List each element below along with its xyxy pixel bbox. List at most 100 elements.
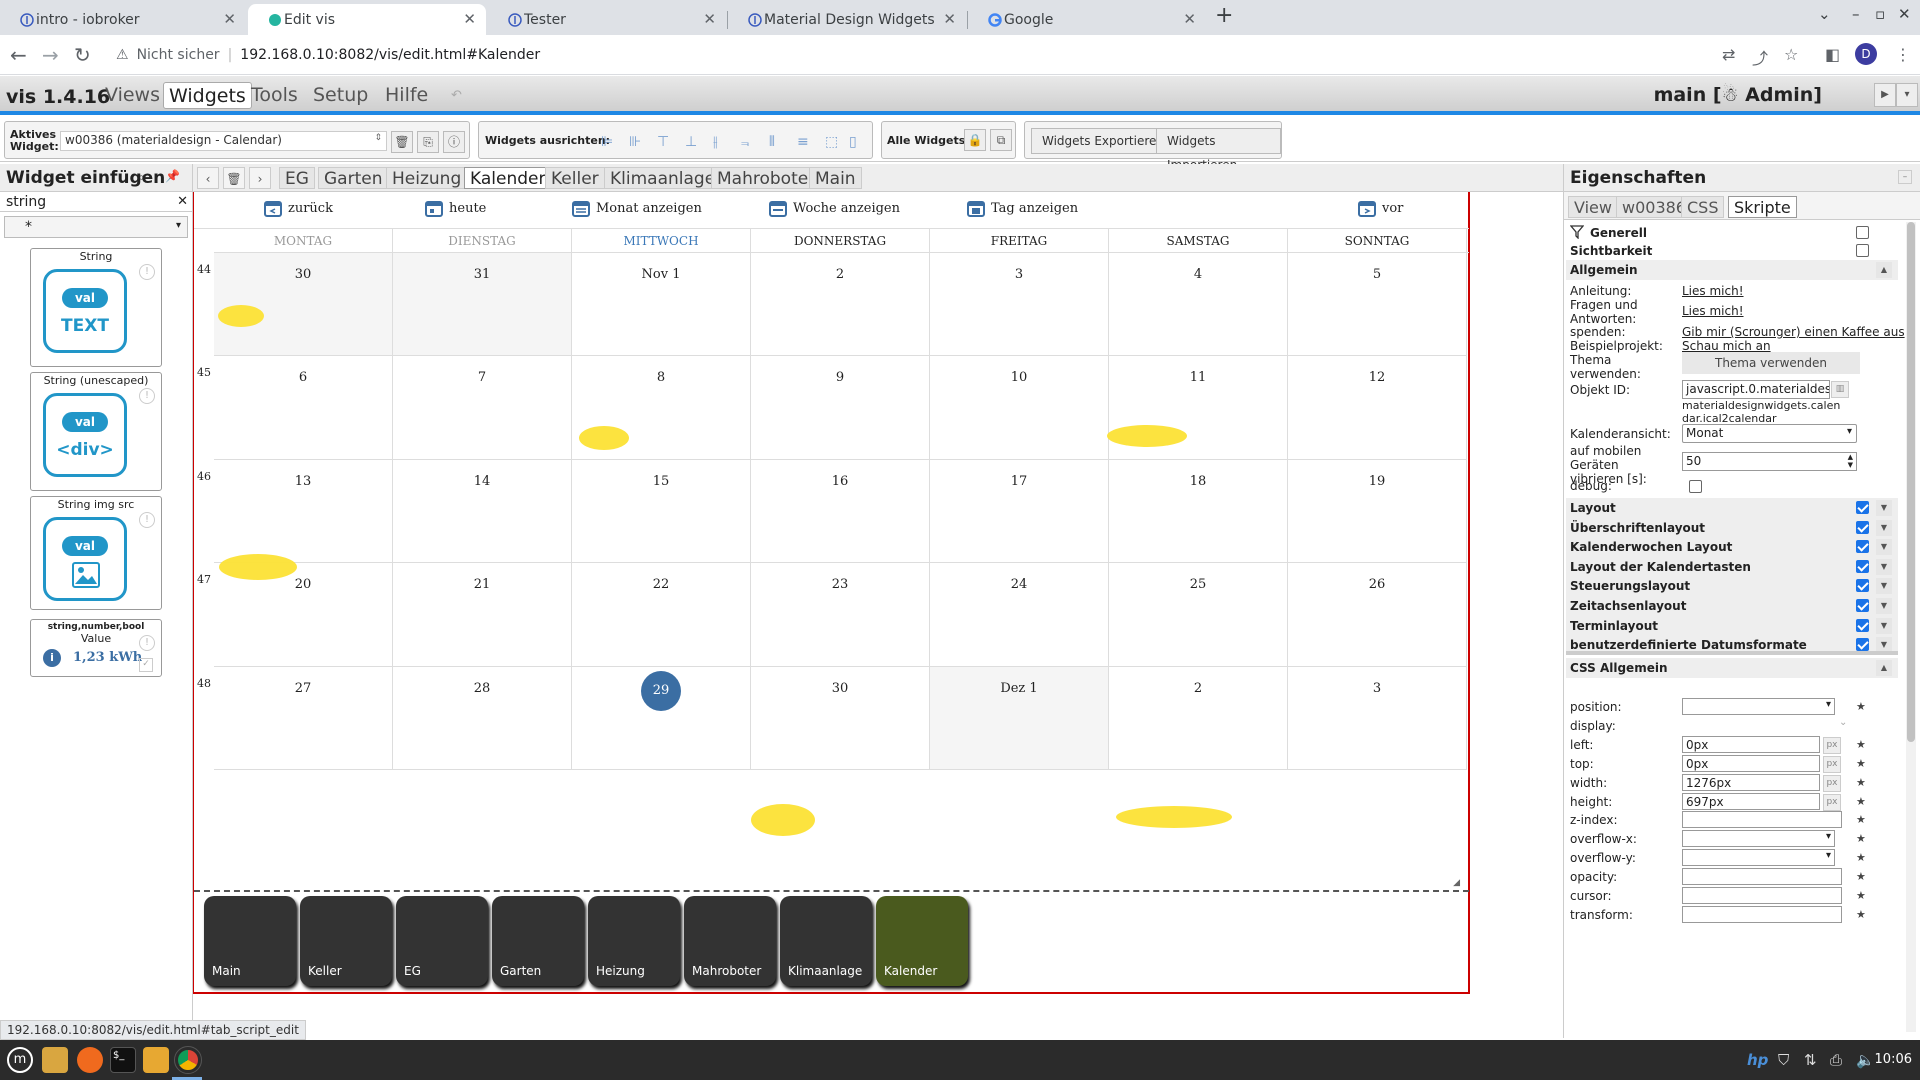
star-icon[interactable]: ★ bbox=[1856, 813, 1866, 826]
stepper-icon[interactable]: ▲ ▼ bbox=[1848, 453, 1853, 469]
css-prop-select[interactable]: ▾ bbox=[1682, 698, 1835, 715]
star-icon[interactable]: ★ bbox=[1856, 908, 1866, 921]
kalenderansicht-select[interactable]: Monat ▾ bbox=[1682, 424, 1857, 443]
nav-tile-main[interactable]: Main bbox=[204, 896, 296, 986]
day-cell[interactable]: 22 bbox=[572, 563, 751, 667]
trash-icon[interactable]: 🗑 bbox=[223, 167, 245, 189]
same-width-icon[interactable]: ⬚ bbox=[825, 134, 838, 150]
group-css-allgemein[interactable]: CSS Allgemein ▲ bbox=[1566, 658, 1898, 678]
new-tab-icon[interactable]: + bbox=[1215, 3, 1233, 28]
css-prop-input[interactable]: 0px bbox=[1682, 735, 1820, 753]
day-cell[interactable]: 19 bbox=[1288, 459, 1467, 564]
chevron-down-icon[interactable]: ▼ bbox=[1876, 598, 1892, 614]
info-icon[interactable]: ⓘ bbox=[443, 131, 465, 153]
shield-icon[interactable]: ⛉ bbox=[1778, 1051, 1789, 1069]
files-icon[interactable] bbox=[42, 1047, 68, 1073]
widget-search-input[interactable]: string ✕ bbox=[0, 192, 192, 212]
pin-icon[interactable]: 📌 bbox=[165, 169, 180, 183]
url-text[interactable]: 192.168.0.10:8082/vis/edit.html#Kalender bbox=[240, 47, 540, 63]
day-cell[interactable]: 26 bbox=[1288, 563, 1467, 667]
css-prop-input[interactable] bbox=[1682, 811, 1842, 829]
scroll-right-icon[interactable]: › bbox=[249, 167, 271, 189]
anleitung-link[interactable]: Lies mich! bbox=[1682, 284, 1744, 298]
close-icon[interactable]: ✕ bbox=[463, 10, 476, 28]
tab-css[interactable]: CSS bbox=[1681, 196, 1725, 218]
layout-group-row[interactable]: Layout der Kalendertasten ▼ bbox=[1566, 556, 1898, 577]
info-icon[interactable]: ! bbox=[139, 388, 155, 404]
menu-tab-widgets[interactable]: Widgets bbox=[163, 82, 252, 109]
chevron-up-icon[interactable]: ▲ bbox=[1876, 262, 1892, 278]
chevron-down-icon[interactable]: ▼ bbox=[1876, 578, 1892, 595]
nav-back-button[interactable]: zurück bbox=[264, 199, 333, 217]
beispiel-link[interactable]: Schau mich an bbox=[1682, 339, 1771, 353]
layout-group-row[interactable]: Layout ▼ bbox=[1566, 498, 1898, 518]
day-cell[interactable]: 30 bbox=[751, 666, 930, 770]
px-unit-button[interactable]: px bbox=[1823, 736, 1841, 754]
share-icon[interactable]: ⤴ bbox=[1752, 45, 1768, 69]
widget-set-filter[interactable]: * ▾ bbox=[4, 216, 188, 238]
calendar-widget[interactable]: zurück heute Monat anzeigen Woche anzeig… bbox=[193, 192, 1470, 994]
day-cell[interactable]: Dez 1 bbox=[930, 666, 1109, 770]
active-widget-select[interactable]: w00386 (materialdesign - Calendar) ⇕ bbox=[60, 131, 387, 151]
sichtbarkeit-checkbox[interactable] bbox=[1856, 244, 1869, 257]
thema-button[interactable]: Thema verwenden bbox=[1682, 352, 1860, 374]
day-cell[interactable]: 21 bbox=[393, 563, 572, 667]
external-link-icon[interactable]: ⧉ bbox=[990, 129, 1012, 151]
printer-icon[interactable]: ⎙ bbox=[1830, 1051, 1842, 1069]
copy-icon[interactable]: ⎘ bbox=[417, 131, 439, 153]
css-prop-input[interactable]: 1276px bbox=[1682, 773, 1820, 791]
more-dropdown-icon[interactable]: ▾ bbox=[1896, 83, 1918, 107]
same-height-icon[interactable]: ▯ bbox=[849, 134, 857, 150]
widget-card-string-img-src[interactable]: String img src ! val bbox=[30, 496, 162, 610]
tab-skripte[interactable]: Skripte bbox=[1728, 196, 1797, 218]
px-unit-button[interactable]: px bbox=[1823, 774, 1841, 792]
browser-tab-material-design[interactable]: Material Design Widgets: Cal ✕ bbox=[728, 4, 966, 35]
view-tab-klimaanlage[interactable]: Klimaanlage bbox=[604, 167, 722, 189]
star-icon[interactable]: ★ bbox=[1856, 832, 1866, 845]
day-cell[interactable]: 29 bbox=[572, 666, 751, 770]
day-cell[interactable]: 3 bbox=[930, 253, 1109, 357]
px-unit-button[interactable]: px bbox=[1823, 755, 1841, 773]
scroll-left-icon[interactable]: ‹ bbox=[197, 167, 219, 189]
star-icon[interactable]: ★ bbox=[1856, 757, 1866, 770]
volume-icon[interactable]: 🔈 bbox=[1856, 1051, 1875, 1069]
day-cell[interactable]: 27 bbox=[214, 666, 393, 770]
filter-icon[interactable] bbox=[1570, 225, 1584, 239]
network-icon[interactable]: ⇅ bbox=[1804, 1051, 1817, 1069]
back-icon[interactable]: ← bbox=[10, 43, 27, 67]
object-browser-icon[interactable]: ▥ bbox=[1831, 381, 1849, 398]
group-enable-checkbox[interactable] bbox=[1856, 559, 1869, 573]
close-icon[interactable]: ✕ bbox=[223, 10, 236, 28]
nav-day-button[interactable]: Tag anzeigen bbox=[967, 199, 1078, 217]
menu-tab-hilfe[interactable]: Hilfe bbox=[380, 82, 433, 109]
view-tab-keller[interactable]: Keller bbox=[545, 167, 605, 189]
faq-link[interactable]: Lies mich! bbox=[1682, 304, 1744, 318]
css-prop-select[interactable]: ▾ bbox=[1682, 849, 1835, 867]
day-cell[interactable]: 9 bbox=[751, 356, 930, 460]
view-tab-mahroboter[interactable]: Mahroboter bbox=[711, 167, 822, 189]
nav-forward-button[interactable]: vor bbox=[1358, 199, 1403, 217]
chevron-down-icon[interactable]: ▼ bbox=[1876, 539, 1892, 556]
align-top-icon[interactable]: ⊤ bbox=[657, 134, 669, 150]
align-center-v-icon[interactable]: ⫬ bbox=[741, 134, 749, 150]
layout-group-row[interactable]: Steuerungslayout ▼ bbox=[1566, 576, 1898, 597]
widget-card-string[interactable]: String ! val TEXT bbox=[30, 248, 162, 367]
day-cell[interactable]: 5 bbox=[1288, 253, 1467, 357]
collapse-icon[interactable]: – bbox=[1898, 170, 1912, 184]
widget-card-string-unescaped[interactable]: String (unescaped) ! val <div> bbox=[30, 372, 162, 491]
export-widgets-button[interactable]: Widgets Exportieren bbox=[1031, 128, 1175, 154]
clear-search-icon[interactable]: ✕ bbox=[177, 194, 188, 209]
info-icon[interactable]: ! bbox=[139, 635, 155, 651]
day-cell[interactable]: 6 bbox=[214, 356, 393, 460]
day-cell[interactable]: 15 bbox=[572, 459, 751, 564]
chevron-down-icon[interactable]: ⌄ bbox=[1839, 717, 1847, 728]
nav-tile-klimaanlage[interactable]: Klimaanlage bbox=[780, 896, 872, 986]
resize-handle-icon[interactable]: ◢ bbox=[1453, 878, 1460, 888]
group-enable-checkbox[interactable] bbox=[1856, 540, 1869, 554]
maximize-icon[interactable]: ▫ bbox=[1875, 5, 1885, 23]
chevron-up-icon[interactable]: ▲ bbox=[1876, 660, 1892, 676]
star-icon[interactable]: ★ bbox=[1856, 700, 1866, 713]
info-icon[interactable]: ! bbox=[139, 512, 155, 528]
spenden-link[interactable]: Gib mir (Scrounger) einen Kaffee aus bbox=[1682, 325, 1905, 339]
nav-week-button[interactable]: Woche anzeigen bbox=[769, 199, 900, 217]
